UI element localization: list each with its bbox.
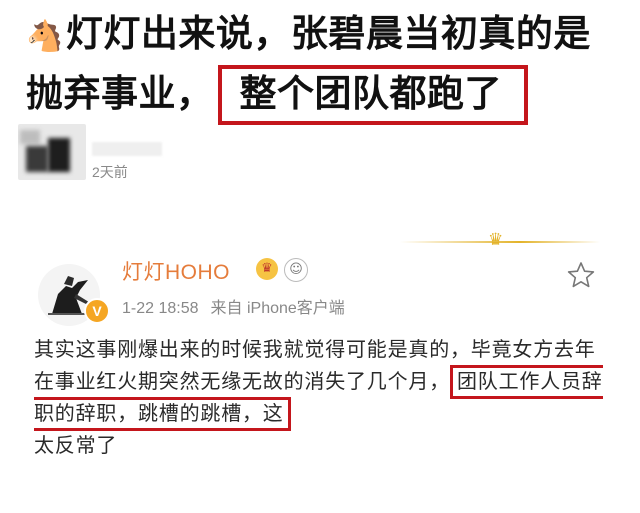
fan-badge-icon[interactable]: ☺ [284, 258, 308, 282]
crown-decoration-icon: ♛ [488, 230, 504, 250]
headline: 🐴灯灯出来说，张碧晨当初真的是抛弃事业， 整个团队都跑了 [26, 6, 626, 125]
verified-badge-icon: V [84, 298, 110, 324]
headline-highlight: 整个团队都跑了 [217, 65, 528, 125]
crown-icon[interactable]: ♛ [256, 258, 278, 280]
star-icon[interactable] [566, 260, 596, 290]
post-username[interactable]: 灯灯HOHO [122, 256, 230, 286]
horse-emoji-icon: 🐴 [26, 19, 64, 54]
post-date: 1-22 18:58 [122, 300, 199, 317]
commenter-name-blurred [92, 142, 162, 156]
comment-timestamp: 2天前 [92, 164, 128, 180]
post-text-after: 太反常了 [34, 433, 118, 457]
post-meta: 1-22 18:58 来自 iPhone客户端 [122, 294, 345, 318]
post-body: 其实这事刚爆出来的时候我就觉得可能是真的，毕竟女方去年在事业红火期突然无缘无故的… [34, 333, 609, 461]
post-source: 来自 iPhone客户端 [210, 300, 345, 317]
commenter-avatar[interactable] [18, 124, 86, 180]
weibo-post-card: ♛ V 灯灯HOHO ♛ ☺ 1-22 18:58 来自 iPhone客户端 其实… [0, 226, 640, 513]
